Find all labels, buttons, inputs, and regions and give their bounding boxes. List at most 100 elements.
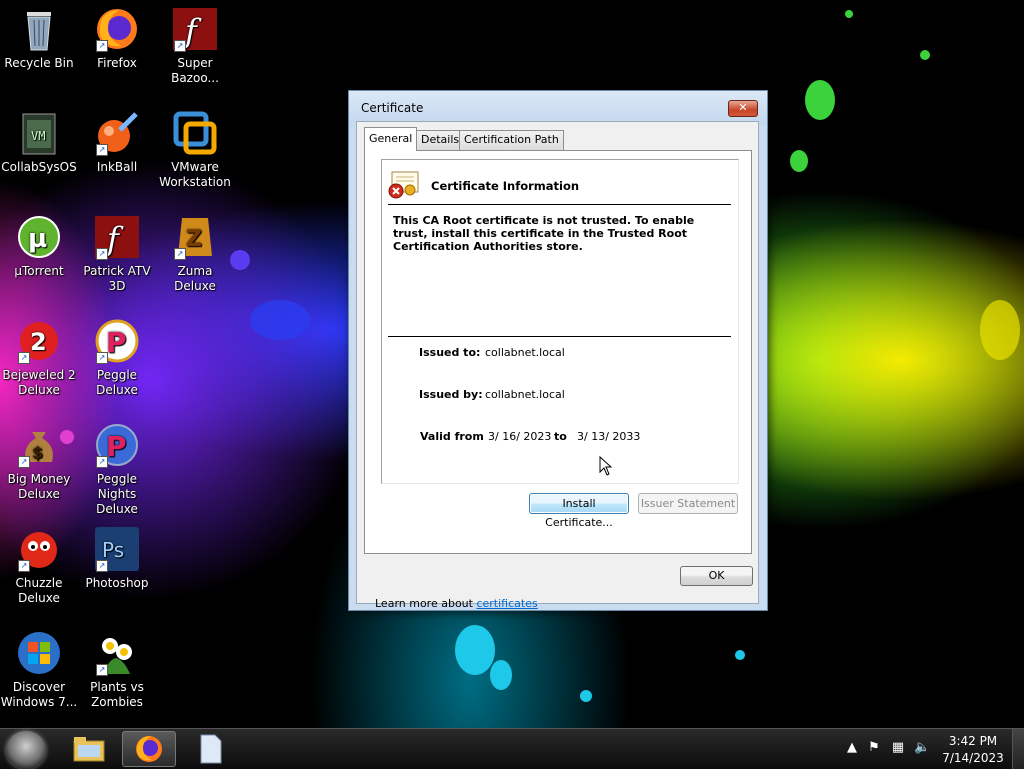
money-bag-icon: $ ↗ bbox=[16, 422, 62, 468]
desktop-icon-big-money[interactable]: $ ↗ Big Money Deluxe bbox=[0, 422, 78, 502]
splatter bbox=[845, 10, 853, 18]
shortcut-arrow-icon: ↗ bbox=[96, 40, 108, 52]
desktop-icon-photoshop[interactable]: Ps ↗ Photoshop bbox=[78, 526, 156, 591]
volume-muted-icon[interactable]: 🔈 bbox=[914, 740, 930, 756]
issued-to-label: Issued to: bbox=[419, 346, 481, 359]
desktop-icon-label: Firefox bbox=[97, 56, 137, 70]
desktop-icon-patrick-atv[interactable]: f ↗ Patrick ATV 3D bbox=[78, 214, 156, 294]
trust-warning-text: This CA Root certificate is not trusted.… bbox=[393, 214, 695, 253]
certificates-link[interactable]: certificates bbox=[476, 597, 537, 610]
certificate-error-icon bbox=[388, 170, 420, 200]
desktop-icon-label: InkBall bbox=[96, 160, 138, 174]
peggle-nights-icon: P ↗ bbox=[94, 422, 140, 468]
vmware-icon bbox=[172, 110, 218, 156]
show-hidden-icons-chevron-icon[interactable]: ▲ bbox=[844, 740, 860, 756]
firefox-icon: ↗ bbox=[94, 6, 140, 52]
splatter bbox=[790, 150, 808, 172]
learn-more-prefix: Learn more about bbox=[375, 597, 477, 610]
splatter bbox=[580, 690, 592, 702]
action-center-flag-icon[interactable]: ⚑ bbox=[866, 740, 882, 756]
desktop-icon-discover-windows[interactable]: Discover Windows 7... bbox=[0, 630, 78, 710]
valid-to-value: 3/ 13/ 2033 bbox=[577, 430, 641, 443]
splatter bbox=[805, 80, 835, 120]
tab-general[interactable]: General bbox=[364, 127, 418, 151]
mouse-pointer-icon bbox=[599, 455, 613, 479]
desktop-icon-super-bazooka[interactable]: f ↗ Super Bazoo... bbox=[156, 6, 234, 86]
splatter bbox=[920, 50, 930, 60]
desktop-icon-peggle-nights[interactable]: P ↗ Peggle Nights Deluxe bbox=[78, 422, 156, 517]
svg-text:$: $ bbox=[32, 443, 43, 462]
svg-text:Ps: Ps bbox=[102, 538, 124, 562]
bejeweled-icon: 2 ↗ bbox=[16, 318, 62, 364]
desktop-icon-label: Recycle Bin bbox=[4, 56, 74, 70]
svg-text:2: 2 bbox=[30, 328, 47, 356]
shortcut-arrow-icon: ↗ bbox=[96, 352, 108, 364]
issuer-statement-button[interactable]: Issuer Statement bbox=[638, 493, 738, 514]
close-button[interactable]: ✕ bbox=[728, 100, 758, 117]
flash-icon: f ↗ bbox=[94, 214, 140, 260]
desktop-icon-inkball[interactable]: ↗ InkBall bbox=[78, 110, 156, 175]
ok-button[interactable]: OK bbox=[680, 566, 753, 586]
desktop-icon-label: Bejeweled 2 Deluxe bbox=[2, 368, 76, 397]
desktop-icon-label: Discover Windows 7... bbox=[0, 680, 78, 709]
shortcut-arrow-icon: ↗ bbox=[174, 40, 186, 52]
taskbar-document[interactable] bbox=[184, 731, 238, 767]
clock-time[interactable]: 3:42 PM bbox=[938, 734, 1008, 748]
desktop-icon-plants-vs-zombies[interactable]: ↗ Plants vs Zombies bbox=[78, 630, 156, 710]
divider bbox=[388, 336, 731, 337]
desktop-icon-label: VMware Workstation bbox=[159, 160, 231, 189]
tab-label: Certification Path bbox=[464, 133, 559, 146]
svg-text:µ: µ bbox=[28, 224, 47, 254]
desktop-icon-label: Patrick ATV 3D bbox=[83, 264, 151, 293]
dialog-title: Certificate bbox=[361, 101, 424, 115]
general-tab-panel: Certificate Information This CA Root cer… bbox=[364, 150, 752, 554]
certificate-information-heading: Certificate Information bbox=[431, 179, 580, 193]
certificate-information-box: Certificate Information This CA Root cer… bbox=[381, 159, 739, 484]
firefox-icon bbox=[136, 736, 162, 762]
dialog-body: General Details Certification Path Certi… bbox=[356, 121, 759, 610]
install-certificate-button[interactable]: Install Certificate... bbox=[529, 493, 629, 529]
shortcut-arrow-icon: ↗ bbox=[18, 456, 30, 468]
desktop-icon-collabsysos[interactable]: VM CollabSysOS bbox=[0, 110, 78, 175]
desktop-icon-vmware[interactable]: VMware Workstation bbox=[156, 110, 234, 190]
plants-vs-zombies-icon: ↗ bbox=[94, 630, 140, 676]
taskbar: ▲ ⚑ ▦ 🔈 3:42 PM 7/14/2023 bbox=[0, 728, 1024, 769]
dialog-title-bar[interactable]: Certificate ✕ bbox=[349, 91, 767, 125]
desktop-icon-utorrent[interactable]: µ µTorrent bbox=[0, 214, 78, 279]
desktop-icon-zuma[interactable]: Z ↗ Zuma Deluxe bbox=[156, 214, 234, 294]
shortcut-arrow-icon: ↗ bbox=[96, 560, 108, 572]
tab-certification-path[interactable]: Certification Path bbox=[459, 130, 564, 150]
certificate-dialog: Certificate ✕ General Details Certificat… bbox=[348, 90, 768, 611]
zuma-icon: Z ↗ bbox=[172, 214, 218, 260]
desktop-icon-recycle-bin[interactable]: Recycle Bin bbox=[0, 6, 78, 71]
shortcut-arrow-icon: ↗ bbox=[96, 456, 108, 468]
show-desktop-button[interactable] bbox=[1012, 729, 1024, 769]
desktop-icon-label: Plants vs Zombies bbox=[90, 680, 144, 709]
desktop-icon-bejeweled[interactable]: 2 ↗ Bejeweled 2 Deluxe bbox=[0, 318, 78, 398]
taskbar-firefox[interactable] bbox=[122, 731, 176, 767]
tab-details[interactable]: Details bbox=[416, 130, 465, 150]
svg-text:Z: Z bbox=[186, 227, 202, 252]
valid-from-value: 3/ 16/ 2023 bbox=[488, 430, 552, 443]
taskbar-file-explorer[interactable] bbox=[62, 731, 116, 767]
desktop-icon-label: µTorrent bbox=[14, 264, 64, 278]
desktop-icon-peggle[interactable]: P ↗ Peggle Deluxe bbox=[78, 318, 156, 398]
splatter bbox=[250, 300, 310, 340]
document-icon bbox=[200, 734, 222, 764]
peggle-icon: P ↗ bbox=[94, 318, 140, 364]
desktop-icon-chuzzle[interactable]: ↗ Chuzzle Deluxe bbox=[0, 526, 78, 606]
shortcut-arrow-icon: ↗ bbox=[96, 144, 108, 156]
network-icon[interactable]: ▦ bbox=[890, 740, 906, 756]
clock-date[interactable]: 7/14/2023 bbox=[938, 751, 1008, 765]
divider bbox=[388, 204, 731, 205]
start-button[interactable] bbox=[6, 731, 46, 769]
desktop-icon-label: Super Bazoo... bbox=[171, 56, 219, 85]
recycle-bin-icon bbox=[16, 6, 62, 52]
desktop-icon-firefox[interactable]: ↗ Firefox bbox=[78, 6, 156, 71]
splatter bbox=[980, 300, 1020, 360]
issued-to-value: collabnet.local bbox=[485, 346, 565, 359]
desktop-icon-label: Big Money Deluxe bbox=[7, 472, 71, 501]
desktop-icon-label: CollabSysOS bbox=[1, 160, 77, 174]
splatter bbox=[455, 625, 495, 675]
desktop-icon-label: Peggle Nights Deluxe bbox=[96, 472, 138, 516]
